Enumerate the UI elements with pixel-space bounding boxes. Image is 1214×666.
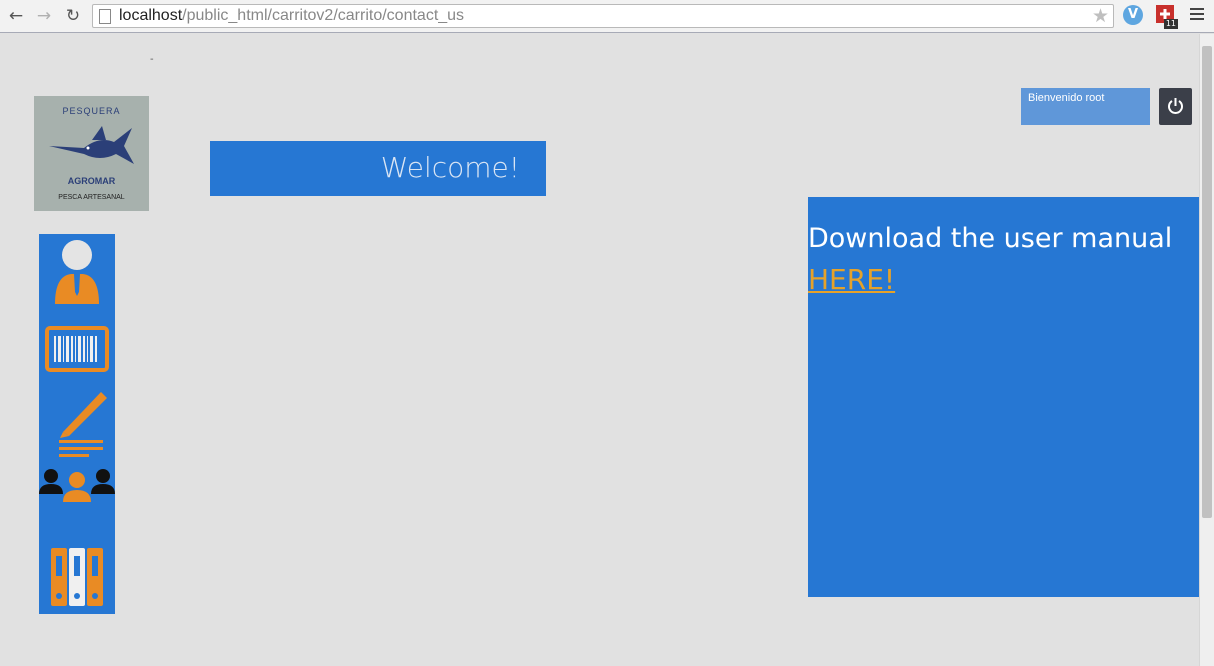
logout-button[interactable] — [1159, 88, 1192, 125]
user-manual-panel: Download the user manual HERE! — [808, 197, 1199, 597]
extension-puzzle-icon[interactable]: 11 — [1156, 5, 1178, 29]
sidebar-item-files[interactable] — [39, 546, 115, 608]
welcome-banner: Welcome! — [210, 141, 546, 196]
sidebar-item-barcode[interactable] — [39, 324, 115, 374]
welcome-text: Welcome! — [380, 151, 520, 184]
extension-badge: 11 — [1163, 19, 1178, 29]
page-icon — [99, 9, 111, 24]
extension-v-icon[interactable]: V — [1123, 5, 1143, 25]
menu-icon[interactable] — [1190, 8, 1204, 23]
pesquera-agromar-logo: PESQUERA AGROMAR PESCA ARTESANAL — [34, 96, 149, 211]
manual-download-link[interactable]: HERE! — [808, 263, 895, 296]
logo-top-text: PESQUERA — [62, 106, 121, 116]
url-text[interactable]: localhost/public_html/carritov2/carrito/… — [119, 7, 464, 25]
users-icon — [39, 469, 115, 502]
url-path: /public_html/carritov2/carrito/contact_u… — [182, 7, 465, 24]
back-icon[interactable]: ← — [6, 6, 26, 26]
user-icon — [55, 240, 99, 304]
barcode-icon — [45, 326, 109, 372]
user-greeting-text: Bienvenido root — [1028, 92, 1105, 104]
pen-icon — [59, 392, 107, 457]
url-host: localhost — [119, 7, 183, 24]
reload-icon[interactable]: ↻ — [63, 6, 83, 26]
power-icon — [1168, 98, 1183, 114]
browser-toolbar: ← → ↻ localhost/public_html/carritov2/ca… — [0, 0, 1214, 33]
address-bar[interactable]: localhost/public_html/carritov2/carrito/… — [92, 4, 1114, 28]
sidebar — [39, 234, 115, 614]
scroll-thumb[interactable] — [1202, 46, 1212, 518]
user-greeting-box: Bienvenido root — [1021, 88, 1150, 125]
bookmark-star-icon[interactable]: ★ — [1092, 5, 1109, 27]
forward-icon[interactable]: → — [34, 6, 54, 26]
sidebar-item-users[interactable] — [39, 466, 115, 506]
logo-bottom-text: PESCA ARTESANAL — [58, 194, 125, 201]
logo-middle-text: AGROMAR — [67, 176, 116, 186]
dash-text: - — [150, 54, 154, 65]
sidebar-item-edit[interactable] — [39, 388, 115, 460]
sidebar-item-user[interactable] — [39, 240, 115, 308]
binders-icon — [51, 548, 103, 606]
scrollbar[interactable] — [1199, 34, 1214, 666]
marlin-icon — [49, 126, 134, 164]
manual-text: Download the user manual — [808, 223, 1173, 254]
